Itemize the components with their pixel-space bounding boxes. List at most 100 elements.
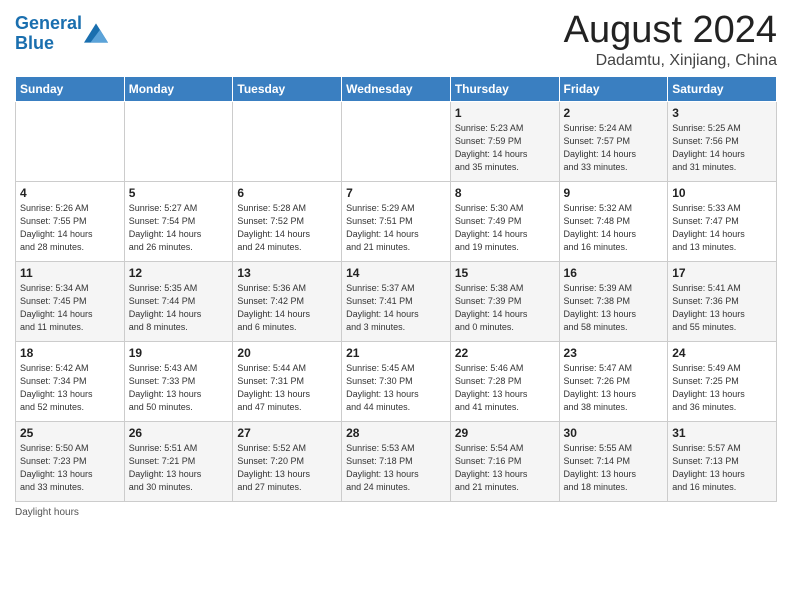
week-row-2: 4 Sunrise: 5:26 AM Sunset: 7:55 PM Daylig… xyxy=(16,181,777,261)
day-number: 9 xyxy=(564,186,664,200)
day-info: Sunrise: 5:34 AM Sunset: 7:45 PM Dayligh… xyxy=(20,282,120,334)
day-info: Sunrise: 5:42 AM Sunset: 7:34 PM Dayligh… xyxy=(20,362,120,414)
day-info: Sunrise: 5:29 AM Sunset: 7:51 PM Dayligh… xyxy=(346,202,446,254)
day-info: Sunrise: 5:50 AM Sunset: 7:23 PM Dayligh… xyxy=(20,442,120,494)
calendar-cell: 22Sunrise: 5:46 AM Sunset: 7:28 PM Dayli… xyxy=(450,341,559,421)
location-subtitle: Dadamtu, Xinjiang, China xyxy=(564,52,777,70)
calendar-cell: 2Sunrise: 5:24 AM Sunset: 7:57 PM Daylig… xyxy=(559,101,668,181)
calendar-cell: 23Sunrise: 5:47 AM Sunset: 7:26 PM Dayli… xyxy=(559,341,668,421)
day-info: Sunrise: 5:26 AM Sunset: 7:55 PM Dayligh… xyxy=(20,202,120,254)
calendar-cell: 18 Sunrise: 5:42 AM Sunset: 7:34 PM Dayli… xyxy=(16,341,125,421)
week-row-4: 18 Sunrise: 5:42 AM Sunset: 7:34 PM Dayli… xyxy=(16,341,777,421)
calendar-cell xyxy=(124,101,233,181)
calendar-cell: 10 Sunrise: 5:33 AM Sunset: 7:47 PM Dayli… xyxy=(668,181,777,261)
month-title: August 2024 xyxy=(564,10,777,52)
footer: Daylight hours xyxy=(15,507,777,518)
day-number: 5 xyxy=(129,186,229,200)
calendar-cell: 1 Sunrise: 5:23 AM Sunset: 7:59 PM Daylig… xyxy=(450,101,559,181)
day-number: 30 xyxy=(564,426,664,440)
day-info: Sunrise: 5:45 AM Sunset: 7:30 PM Dayligh… xyxy=(346,362,446,414)
day-number: 28 xyxy=(346,426,446,440)
calendar-cell: 29 Sunrise: 5:54 AM Sunset: 7:16 PM Dayli… xyxy=(450,421,559,501)
daylight-label: Daylight hours xyxy=(15,507,79,518)
day-info: Sunrise: 5:51 AM Sunset: 7:21 PM Dayligh… xyxy=(129,442,229,494)
day-number: 8 xyxy=(455,186,555,200)
calendar-cell: 6 Sunrise: 5:28 AM Sunset: 7:52 PM Daylig… xyxy=(233,181,342,261)
day-number: 29 xyxy=(455,426,555,440)
week-row-1: 1 Sunrise: 5:23 AM Sunset: 7:59 PM Daylig… xyxy=(16,101,777,181)
day-number: 11 xyxy=(20,266,120,280)
day-number: 4 xyxy=(20,186,120,200)
day-number: 13 xyxy=(237,266,337,280)
day-number: 18 xyxy=(20,346,120,360)
calendar-cell: 19 Sunrise: 5:43 AM Sunset: 7:33 PM Dayli… xyxy=(124,341,233,421)
calendar-cell: 24 Sunrise: 5:49 AM Sunset: 7:25 PM Dayli… xyxy=(668,341,777,421)
day-info: Sunrise: 5:47 AM Sunset: 7:26 PM Dayligh… xyxy=(564,362,664,414)
day-number: 15 xyxy=(455,266,555,280)
calendar-cell xyxy=(342,101,451,181)
day-info: Sunrise: 5:41 AM Sunset: 7:36 PM Dayligh… xyxy=(672,282,772,334)
calendar-cell: 12Sunrise: 5:35 AM Sunset: 7:44 PM Dayli… xyxy=(124,261,233,341)
day-number: 19 xyxy=(129,346,229,360)
calendar-cell: 8 Sunrise: 5:30 AM Sunset: 7:49 PM Daylig… xyxy=(450,181,559,261)
day-info: Sunrise: 5:44 AM Sunset: 7:31 PM Dayligh… xyxy=(237,362,337,414)
day-number: 31 xyxy=(672,426,772,440)
calendar-cell: 9 Sunrise: 5:32 AM Sunset: 7:48 PM Daylig… xyxy=(559,181,668,261)
day-number: 26 xyxy=(129,426,229,440)
day-number: 27 xyxy=(237,426,337,440)
day-info: Sunrise: 5:30 AM Sunset: 7:49 PM Dayligh… xyxy=(455,202,555,254)
day-info: Sunrise: 5:37 AM Sunset: 7:41 PM Dayligh… xyxy=(346,282,446,334)
calendar-cell: 17 Sunrise: 5:41 AM Sunset: 7:36 PM Dayli… xyxy=(668,261,777,341)
day-number: 24 xyxy=(672,346,772,360)
title-area: August 2024 Dadamtu, Xinjiang, China xyxy=(564,10,777,70)
days-header-row: SundayMondayTuesdayWednesdayThursdayFrid… xyxy=(16,76,777,101)
day-info: Sunrise: 5:43 AM Sunset: 7:33 PM Dayligh… xyxy=(129,362,229,414)
week-row-3: 11 Sunrise: 5:34 AM Sunset: 7:45 PM Dayli… xyxy=(16,261,777,341)
calendar-table: SundayMondayTuesdayWednesdayThursdayFrid… xyxy=(15,76,777,502)
calendar-cell xyxy=(16,101,125,181)
day-info: Sunrise: 5:55 AM Sunset: 7:14 PM Dayligh… xyxy=(564,442,664,494)
day-info: Sunrise: 5:54 AM Sunset: 7:16 PM Dayligh… xyxy=(455,442,555,494)
day-info: Sunrise: 5:23 AM Sunset: 7:59 PM Dayligh… xyxy=(455,122,555,174)
calendar-cell: 3 Sunrise: 5:25 AM Sunset: 7:56 PM Daylig… xyxy=(668,101,777,181)
day-info: Sunrise: 5:52 AM Sunset: 7:20 PM Dayligh… xyxy=(237,442,337,494)
calendar-cell: 7 Sunrise: 5:29 AM Sunset: 7:51 PM Daylig… xyxy=(342,181,451,261)
calendar-cell: 30 Sunrise: 5:55 AM Sunset: 7:14 PM Dayli… xyxy=(559,421,668,501)
day-info: Sunrise: 5:28 AM Sunset: 7:52 PM Dayligh… xyxy=(237,202,337,254)
day-number: 6 xyxy=(237,186,337,200)
day-number: 1 xyxy=(455,106,555,120)
logo: General Blue xyxy=(15,14,108,54)
day-number: 25 xyxy=(20,426,120,440)
calendar-cell: 5 Sunrise: 5:27 AM Sunset: 7:54 PM Daylig… xyxy=(124,181,233,261)
day-header-monday: Monday xyxy=(124,76,233,101)
day-number: 14 xyxy=(346,266,446,280)
day-info: Sunrise: 5:57 AM Sunset: 7:13 PM Dayligh… xyxy=(672,442,772,494)
day-info: Sunrise: 5:27 AM Sunset: 7:54 PM Dayligh… xyxy=(129,202,229,254)
day-info: Sunrise: 5:25 AM Sunset: 7:56 PM Dayligh… xyxy=(672,122,772,174)
calendar-cell: 20 Sunrise: 5:44 AM Sunset: 7:31 PM Dayli… xyxy=(233,341,342,421)
day-info: Sunrise: 5:32 AM Sunset: 7:48 PM Dayligh… xyxy=(564,202,664,254)
day-number: 12 xyxy=(129,266,229,280)
calendar-cell: 4 Sunrise: 5:26 AM Sunset: 7:55 PM Daylig… xyxy=(16,181,125,261)
day-number: 17 xyxy=(672,266,772,280)
day-number: 2 xyxy=(564,106,664,120)
day-number: 10 xyxy=(672,186,772,200)
page-header: General Blue August 2024 Dadamtu, Xinjia… xyxy=(15,10,777,70)
calendar-cell: 21Sunrise: 5:45 AM Sunset: 7:30 PM Dayli… xyxy=(342,341,451,421)
calendar-cell: 27 Sunrise: 5:52 AM Sunset: 7:20 PM Dayli… xyxy=(233,421,342,501)
day-number: 3 xyxy=(672,106,772,120)
day-info: Sunrise: 5:49 AM Sunset: 7:25 PM Dayligh… xyxy=(672,362,772,414)
day-info: Sunrise: 5:36 AM Sunset: 7:42 PM Dayligh… xyxy=(237,282,337,334)
calendar-cell: 25 Sunrise: 5:50 AM Sunset: 7:23 PM Dayli… xyxy=(16,421,125,501)
day-number: 20 xyxy=(237,346,337,360)
day-info: Sunrise: 5:33 AM Sunset: 7:47 PM Dayligh… xyxy=(672,202,772,254)
logo-text: General Blue xyxy=(15,14,82,54)
calendar-cell: 16Sunrise: 5:39 AM Sunset: 7:38 PM Dayli… xyxy=(559,261,668,341)
day-info: Sunrise: 5:39 AM Sunset: 7:38 PM Dayligh… xyxy=(564,282,664,334)
calendar-cell: 11 Sunrise: 5:34 AM Sunset: 7:45 PM Dayli… xyxy=(16,261,125,341)
day-number: 7 xyxy=(346,186,446,200)
calendar-cell: 13 Sunrise: 5:36 AM Sunset: 7:42 PM Dayli… xyxy=(233,261,342,341)
day-header-wednesday: Wednesday xyxy=(342,76,451,101)
calendar-cell: 26 Sunrise: 5:51 AM Sunset: 7:21 PM Dayli… xyxy=(124,421,233,501)
week-row-5: 25 Sunrise: 5:50 AM Sunset: 7:23 PM Dayli… xyxy=(16,421,777,501)
